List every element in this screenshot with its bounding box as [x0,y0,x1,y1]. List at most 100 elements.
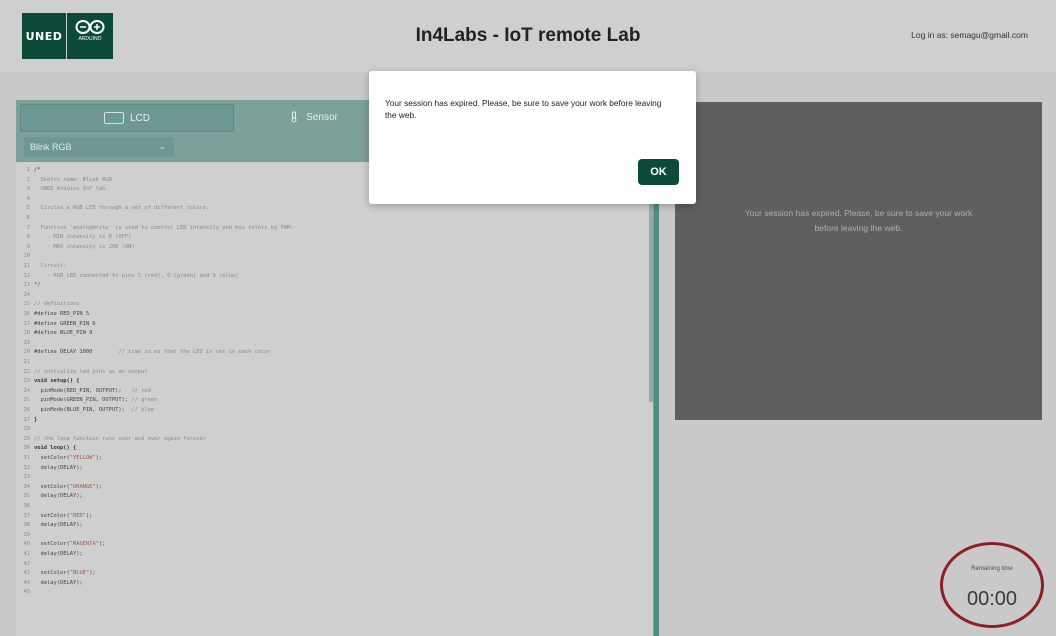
line-number: 17 [23,320,31,327]
code-token: Function 'analogWrite' is used to contro… [34,224,294,231]
ok-button[interactable]: OK [638,159,679,185]
code-line: 12 - RGB LED connected to pins 5 (red), … [16,272,239,280]
code-token: // green [131,397,158,404]
code-token: "MAGENTA" [69,541,99,548]
line-number: 6 [26,215,30,221]
code-token: Sketch name: Blink RGB [34,176,112,183]
code-token: delay(DELAY); [34,551,83,557]
code-line: 36 [16,502,34,510]
app-header: UNED ARDUINO In4Labs - IoT remote Lab Lo… [0,0,1056,72]
line-number: 20 [23,349,31,356]
line-number: 19 [23,339,31,346]
code-line: 11 Circuit: [16,262,67,270]
line-number: 16 [23,311,31,317]
tab-lcd[interactable]: LCD [20,104,234,132]
code-line: 3 UNED Arduino IoT lab. [16,185,109,193]
code-line: 17 #define GREEN_PIN 6 [16,320,96,328]
code-line: 6 [16,214,34,222]
line-number: 5 [26,205,30,212]
line-number: 36 [23,503,31,509]
code-line: 23 void setup() { [16,377,80,385]
code-line: 33 [16,473,34,481]
video-expired-message: Your session has expired. Please, be sur… [744,208,973,233]
lcd-icon [103,112,124,124]
code-line: 15// definitions [16,300,80,308]
code-token: /* [34,167,41,173]
line-number: 40 [23,541,31,548]
code-token: #define GREEN_PIN 6 [34,320,96,327]
sensor-icon [291,111,297,123]
line-number: 4 [26,195,30,202]
code-line: 34 setColor("ORANGE"); [16,483,103,491]
code-line: 2 Sketch name: Blink RGB [16,176,112,184]
code-token: "ORANGE" [69,483,96,490]
code-token: #define BLUE_PIN 9 [34,330,93,337]
line-number: 25 [23,397,31,404]
line-number: 38 [23,522,31,529]
code-line: 24 pinMode(RED_PIN, OUTPUT); // red [16,387,151,395]
line-number: 45 [23,589,31,596]
code-line: 5 Circles a RGB LED through a set of dif… [16,204,210,212]
code-line: 28 [16,425,34,433]
code-token: Circuit: [34,263,67,269]
code-token: // red [131,387,151,394]
code-line: 32 delay(DELAY); [16,464,83,472]
code-token: - MAX intensity is 256 (ON) [34,243,135,250]
line-number: 18 [23,330,31,337]
code-line: 41 delay(DELAY); [16,550,83,558]
code-token: ); [85,512,93,519]
code-token: Circles a RGB LED through a set of diffe… [34,205,210,212]
timer-label: Remaining time [971,566,1013,572]
line-number: 2 [26,176,30,183]
line-number: 12 [23,272,31,279]
code-token: setColor( [34,570,70,577]
code-token: // initialize led pins as an output [34,368,148,375]
code-line: 10 [16,252,34,260]
line-number: 33 [23,474,31,481]
line-number: 39 [23,531,31,538]
code-token: "YELLOW" [69,455,96,461]
line-number: 1 [26,167,30,173]
tab-lcd-label: LCD [129,112,150,124]
code-token: "RED" [69,512,86,519]
line-number: 28 [23,426,31,433]
line-number: 32 [23,464,31,471]
line-number: 41 [23,551,31,557]
code-token: setColor( [34,455,70,461]
code-token: ); [98,541,106,548]
code-token: setColor( [34,541,70,548]
page-title: In4Labs - IoT remote Lab [415,25,641,46]
tab-sensor-label: Sensor [306,111,338,123]
line-number: 23 [23,378,31,385]
line-number: 11 [23,263,31,269]
code-token: setColor( [34,483,70,490]
code-line: 31 setColor("YELLOW"); [16,454,103,462]
line-number: 37 [23,512,31,519]
code-line: 22// initialize led pins as an output [16,368,148,376]
code-line: 20 #define DELAY 1000 // time in ms that … [16,348,271,356]
code-line: 13 */ [16,281,41,289]
dialog-message: Your session has expired. Please, be sur… [385,98,662,120]
code-token: delay(DELAY); [34,493,83,500]
remaining-time-widget: Remaining time 00:00 [940,542,1050,636]
sketch-select[interactable]: Blink RGB ⌄ [24,137,174,157]
code-token: delay(DELAY); [34,579,83,586]
code-line: 16 #define RED_PIN 5 [16,310,90,318]
code-token: #define RED_PIN 5 [34,311,90,317]
line-number: 22 [23,368,31,375]
code-token: delay(DELAY); [34,464,83,471]
code-token: - RGB LED connected to pins 5 (red), 6 (… [34,272,239,279]
code-editor[interactable]: 1/* 2 Sketch name: Blink RGB 3 UNED Arduin… [16,162,653,636]
code-line: 8 - MIN intensity is 0 (OFF) [16,233,132,241]
line-number: 14 [23,291,31,298]
chevron-down-icon: ⌄ [158,141,166,151]
code-line: 37 setColor("RED"); [16,512,93,520]
tab-sensor[interactable]: Sensor [248,104,378,130]
line-number: 15 [23,301,31,308]
sketch-select-value: Blink RGB [30,142,72,152]
code-token: void loop() { [34,445,77,452]
code-token: pinMode(BLUE_PIN, OUTPUT); [34,407,132,413]
code-line: 27} [16,416,38,424]
line-number: 35 [23,493,31,500]
code-line: 44 delay(DELAY); [16,579,83,587]
